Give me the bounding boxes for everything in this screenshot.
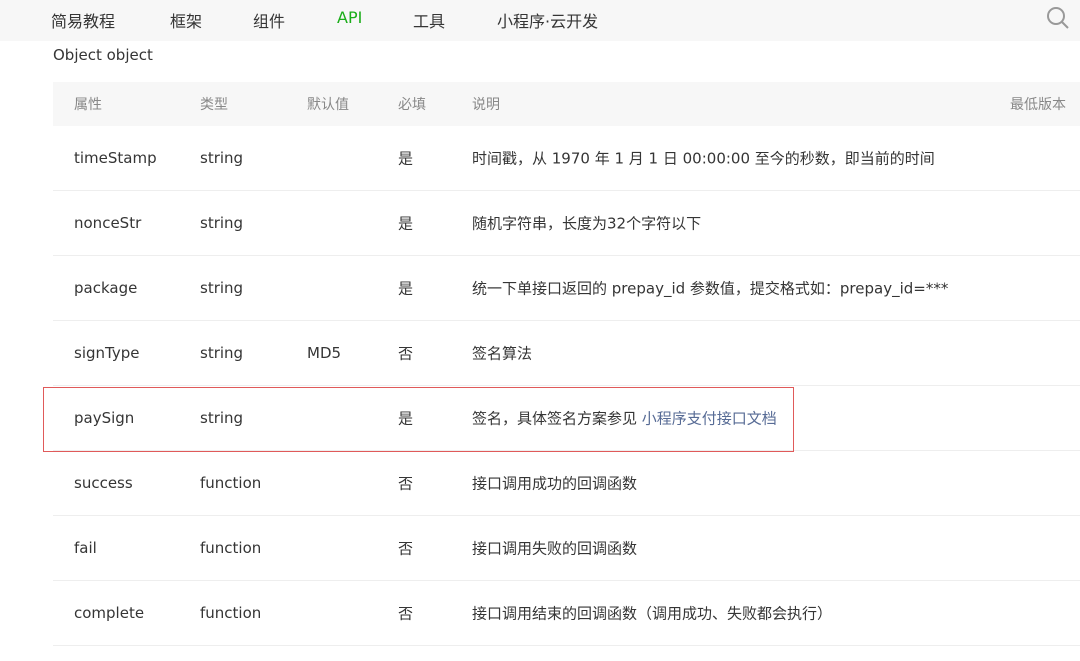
search-icon[interactable] [1046, 6, 1070, 30]
cell-required: 否 [398, 539, 414, 558]
cell-name: success [74, 474, 133, 492]
cell-required: 是 [398, 149, 414, 168]
params-table: 属性 类型 默认值 必填 说明 最低版本 timeStamp string 是 时间戳… [53, 82, 1080, 646]
cell-type: function [200, 539, 262, 557]
cell-type: string [200, 214, 244, 232]
cell-type: string [200, 279, 244, 297]
header-cell: 默认值 [307, 97, 349, 113]
cell-type: string [200, 344, 244, 362]
table-row: nonceStr string 是 随机字符串，长度为32个字符以下 [53, 191, 1080, 256]
table-row: fail function 否 接口调用失败的回调函数 [53, 516, 1080, 581]
cell-desc: 时间戳，从 1970 年 1 月 1 日 00:00:00 至今的秒数，即当前的… [472, 149, 935, 168]
top-nav: 简易教程 框架 组件 API 工具 小程序·云开发 [0, 0, 1080, 41]
cell-required: 否 [398, 604, 414, 623]
header-cell: 类型 [200, 97, 228, 113]
cell-desc: 接口调用成功的回调函数 [472, 474, 638, 493]
table-row: timeStamp string 是 时间戳，从 1970 年 1 月 1 日 00:… [53, 126, 1080, 191]
cell-name: complete [74, 604, 145, 622]
section-title: Object object [53, 46, 153, 64]
nav-item-components[interactable]: 组件 [253, 8, 285, 32]
cell-desc: 统一下单接口返回的 prepay_id 参数值，提交格式如：prepay_id=… [472, 279, 949, 298]
cell-desc: 随机字符串，长度为32个字符以下 [472, 214, 702, 233]
cell-default: MD5 [307, 344, 342, 362]
cell-name: nonceStr [74, 214, 142, 232]
header-cell: 属性 [74, 97, 102, 113]
cell-required: 是 [398, 214, 414, 233]
table-row: success function 否 接口调用成功的回调函数 [53, 451, 1080, 516]
highlight-box [43, 387, 794, 452]
cell-type: function [200, 474, 262, 492]
nav-item-cloud[interactable]: 小程序·云开发 [497, 8, 598, 32]
nav-item-api[interactable]: API [337, 8, 362, 27]
cell-required: 否 [398, 474, 414, 493]
table-row: package string 是 统一下单接口返回的 prepay_id 参数值，提交… [53, 256, 1080, 321]
cell-desc: 签名算法 [472, 344, 533, 363]
cell-required: 否 [398, 344, 414, 363]
cell-required: 是 [398, 279, 414, 298]
cell-type: function [200, 604, 262, 622]
cell-name: package [74, 279, 138, 297]
cell-desc: 接口调用失败的回调函数 [472, 539, 638, 558]
table-header: 属性 类型 默认值 必填 说明 最低版本 [53, 82, 1080, 126]
cell-name: fail [74, 539, 97, 557]
header-cell: 必填 [398, 97, 426, 113]
nav-item-tutorial[interactable]: 简易教程 [51, 8, 115, 32]
header-cell: 最低版本 [1010, 97, 1066, 113]
header-cell: 说明 [472, 97, 500, 113]
table-row: signType string MD5 否 签名算法 [53, 321, 1080, 386]
nav-item-tools[interactable]: 工具 [413, 8, 445, 32]
cell-name: timeStamp [74, 149, 157, 167]
table-row: complete function 否 接口调用结束的回调函数（调用成功、失败都会执行… [53, 581, 1080, 646]
cell-type: string [200, 149, 244, 167]
cell-desc: 接口调用结束的回调函数（调用成功、失败都会执行） [472, 604, 833, 623]
nav-item-framework[interactable]: 框架 [170, 8, 202, 32]
cell-name: signType [74, 344, 140, 362]
